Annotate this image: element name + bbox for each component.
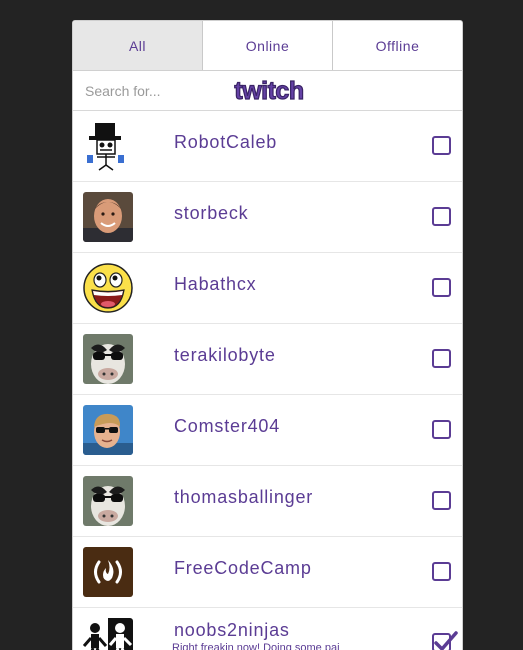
cow-sunglasses-avatar xyxy=(83,476,133,526)
select-checkbox[interactable] xyxy=(432,278,451,297)
tab-online[interactable]: Online xyxy=(203,21,333,70)
channel-row-comster404[interactable]: Comster404 xyxy=(73,395,462,466)
man-portrait-avatar xyxy=(83,192,133,242)
channel-row-storbeck[interactable]: storbeck xyxy=(73,182,462,253)
filter-tabs: All Online Offline xyxy=(73,21,462,71)
channel-panel: All Online Offline twitch xyxy=(72,20,463,650)
checkmark-icon xyxy=(434,631,458,650)
channel-name: terakilobyte xyxy=(174,345,276,365)
tab-all[interactable]: All xyxy=(73,21,203,70)
awesome-smiley-avatar xyxy=(83,263,133,313)
channel-name: storbeck xyxy=(174,203,249,223)
freecodecamp-logo-avatar xyxy=(83,547,133,597)
channel-name: thomasballinger xyxy=(174,487,314,507)
select-checkbox[interactable] xyxy=(432,349,451,368)
channel-name: FreeCodeCamp xyxy=(174,558,312,578)
channel-row-thomasballinger[interactable]: thomasballinger xyxy=(73,466,462,537)
select-checkbox[interactable] xyxy=(432,420,451,439)
cow-sunglasses-avatar xyxy=(83,334,133,384)
select-checkbox[interactable] xyxy=(432,207,451,226)
tab-offline[interactable]: Offline xyxy=(333,21,462,70)
channel-list: RobotCaleb storbeck Habathcx terakilobyt… xyxy=(73,111,462,650)
man-sunglasses-avatar xyxy=(83,405,133,455)
channel-row-habathcx[interactable]: Habathcx xyxy=(73,253,462,324)
top-hat-stickman-avatar xyxy=(83,121,133,171)
channel-name: Comster404 xyxy=(174,416,281,436)
select-checkbox[interactable] xyxy=(432,562,451,581)
channel-name: RobotCaleb xyxy=(174,132,278,152)
select-checkbox[interactable] xyxy=(432,136,451,155)
select-checkbox-checked[interactable] xyxy=(432,631,458,650)
ninja-figures-avatar xyxy=(83,618,133,650)
channel-row-terakilobyte[interactable]: terakilobyte xyxy=(73,324,462,395)
twitch-logo: twitch xyxy=(234,77,305,105)
channel-name: Habathcx xyxy=(174,274,257,294)
search-bar: twitch xyxy=(73,71,462,111)
channel-row-noobs2ninjas[interactable]: noobs2ninjas Right freakin now! Doing so… xyxy=(73,608,462,650)
stream-status: Right freakin now! Doing some pai xyxy=(172,642,340,650)
search-input[interactable] xyxy=(73,71,223,110)
channel-row-freecodecamp[interactable]: FreeCodeCamp xyxy=(73,537,462,608)
select-checkbox[interactable] xyxy=(432,491,451,510)
channel-row-robotcaleb[interactable]: RobotCaleb xyxy=(73,111,462,182)
svg-text:twitch: twitch xyxy=(234,77,303,105)
channel-name: noobs2ninjas xyxy=(174,620,290,640)
